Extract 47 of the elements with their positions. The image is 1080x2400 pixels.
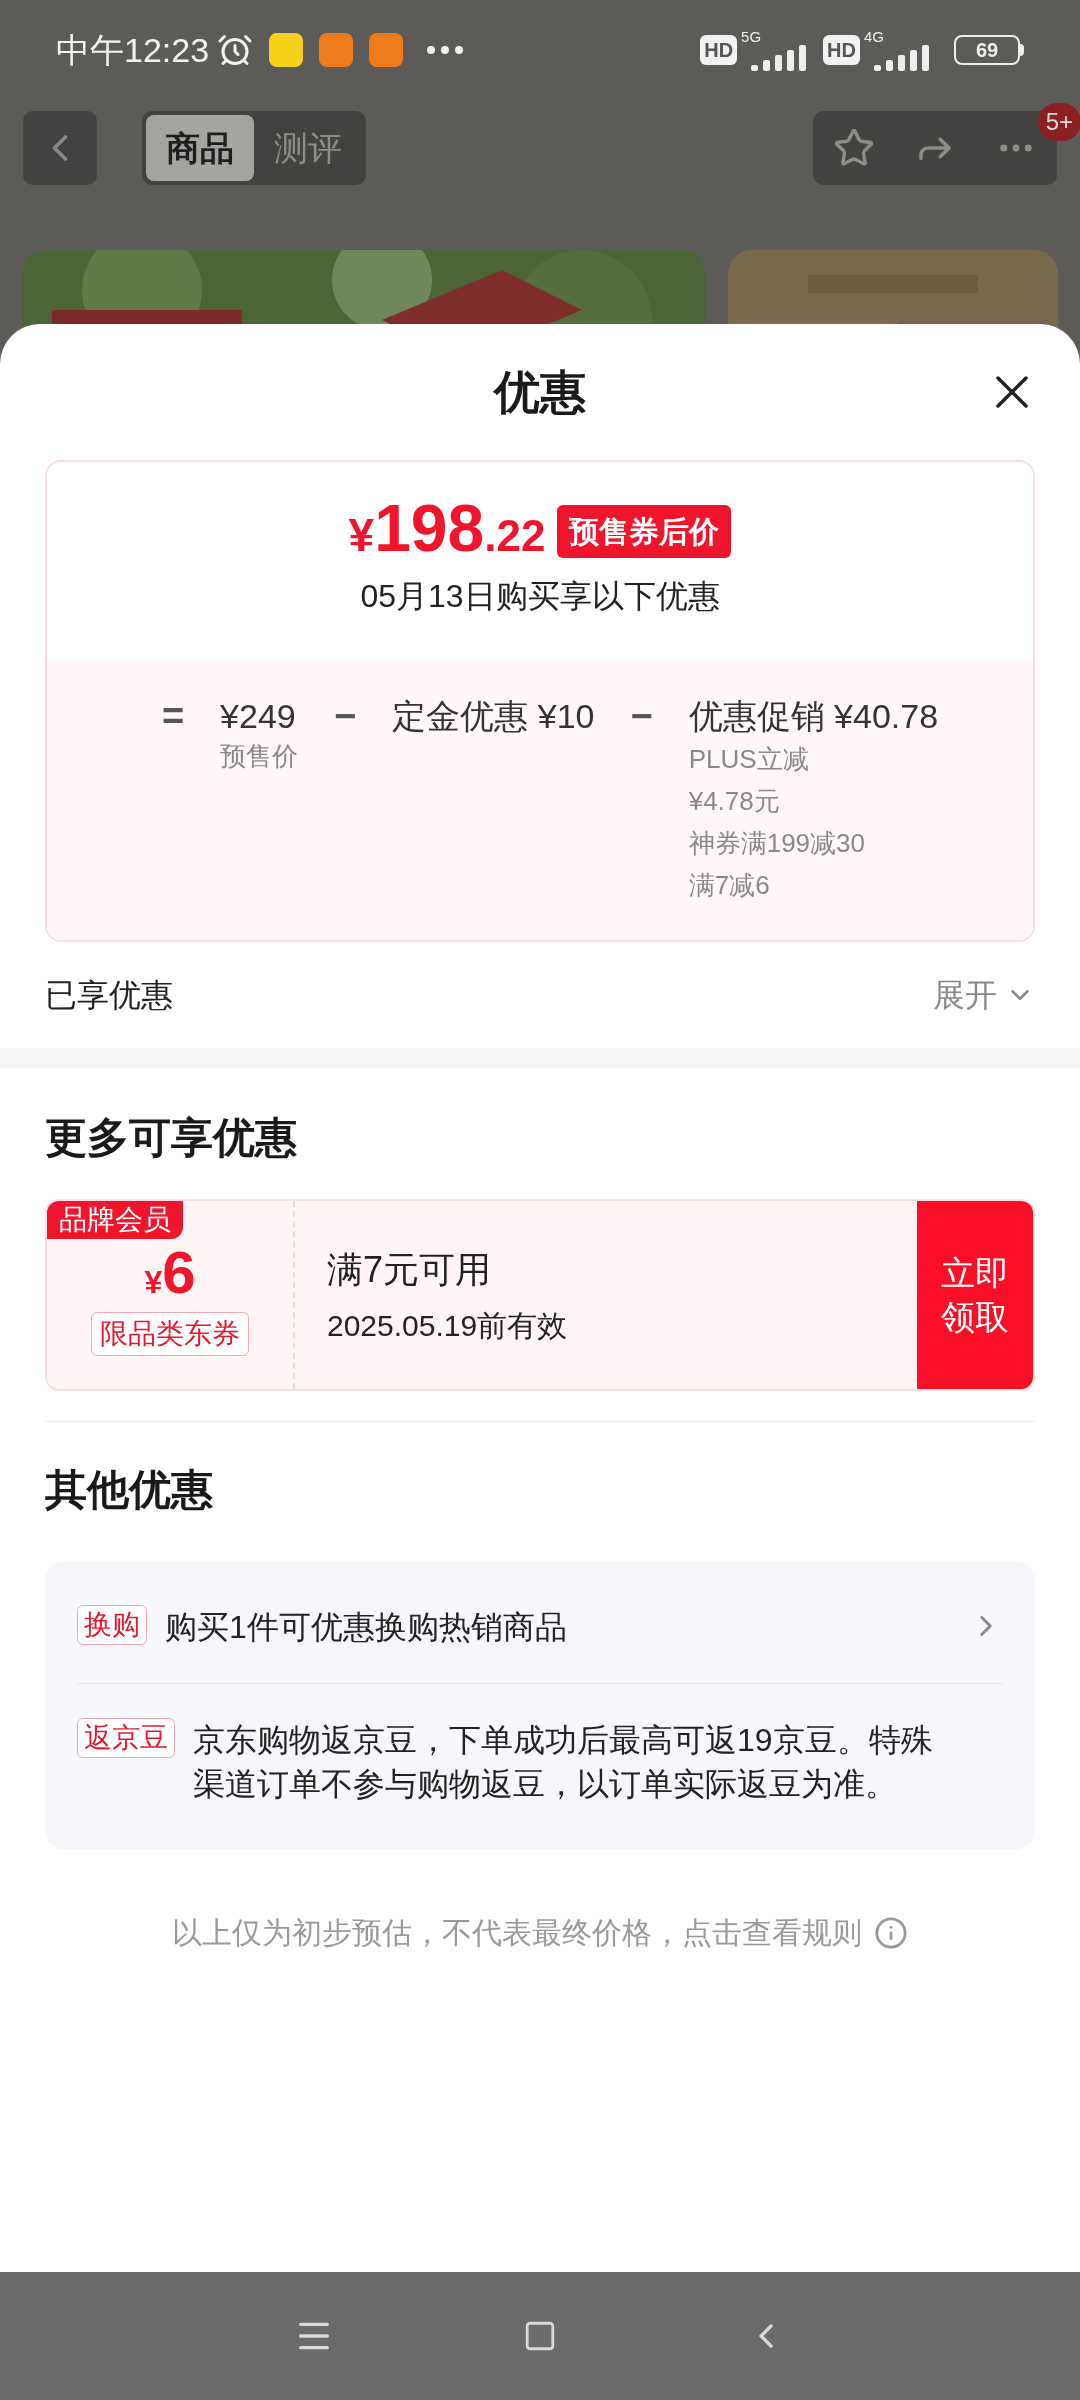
more-icon <box>427 46 464 54</box>
operator: − <box>334 694 357 739</box>
tab[interactable]: 测评 <box>254 115 362 181</box>
discount-detail: ¥4.78元 <box>688 785 781 818</box>
offer-text[interactable]: 购买1件可优惠换购热销商品 <box>165 1605 969 1649</box>
section-title: 其他优惠 <box>45 1466 213 1513</box>
back-button[interactable] <box>23 111 97 185</box>
amount-caption: 预售价 <box>220 740 299 773</box>
discount-detail: 神券满199减30 <box>688 827 866 860</box>
offer-tag: 换购 <box>77 1605 147 1645</box>
coupon-scope: 限品类东券 <box>91 1312 249 1356</box>
coupon-amount: ¥6 <box>144 1241 196 1306</box>
coupon-validity: 2025.05.19前有效 <box>327 1307 569 1344</box>
alarm-icon <box>217 32 254 68</box>
amount: 优惠促销 ¥40.78 <box>688 696 939 737</box>
app-icon <box>369 33 404 67</box>
amount: 定金优惠 ¥10 <box>392 696 595 737</box>
disclaimer-link[interactable]: 以上仅为初步预估，不代表最终价格，点击查看规则 <box>172 1910 862 1955</box>
price-tag: 预售券后价 <box>557 504 732 558</box>
network-type: 4G <box>864 29 884 45</box>
amount: ¥249 <box>220 696 297 737</box>
app-icon <box>269 33 304 67</box>
tab[interactable]: 商品 <box>146 115 254 181</box>
operator: − <box>630 694 653 739</box>
hd-label: HD <box>700 35 738 65</box>
section-title: 更多可享优惠 <box>45 1114 297 1161</box>
offer-text: 京东购物返京豆，下单成功后最高可返19京豆。特殊渠道订单不参与购物返豆，以订单实际返豆为准。 <box>193 1721 934 1804</box>
favorite-icon[interactable] <box>832 127 875 169</box>
notification-badge: 5+ <box>1037 103 1080 141</box>
home-icon[interactable] <box>523 2319 557 2353</box>
discount-detail: 满7减6 <box>688 869 771 902</box>
coupon-condition: 满7元可用 <box>327 1247 493 1292</box>
operator: = <box>161 694 185 739</box>
info-icon[interactable] <box>874 1915 908 1950</box>
hd-label: HD <box>823 35 860 65</box>
network-type: 5G <box>741 29 762 45</box>
expand-toggle[interactable]: 展开 <box>933 971 1035 1019</box>
discount-detail: PLUS立减 <box>688 743 810 776</box>
coupon-tag: 品牌会员 <box>47 1201 183 1239</box>
final-price: ¥198.22 <box>348 492 546 567</box>
offer-tag: 返京豆 <box>77 1718 175 1758</box>
clock: 中午12:23 <box>56 29 210 71</box>
app-icon <box>319 33 354 67</box>
sheet-title: 优惠 <box>494 364 586 420</box>
section-label: 已享优惠 <box>45 976 173 1015</box>
price-note: 05月13日购买享以下优惠 <box>360 577 720 616</box>
claim-button[interactable]: 立即领取 <box>917 1201 1033 1389</box>
